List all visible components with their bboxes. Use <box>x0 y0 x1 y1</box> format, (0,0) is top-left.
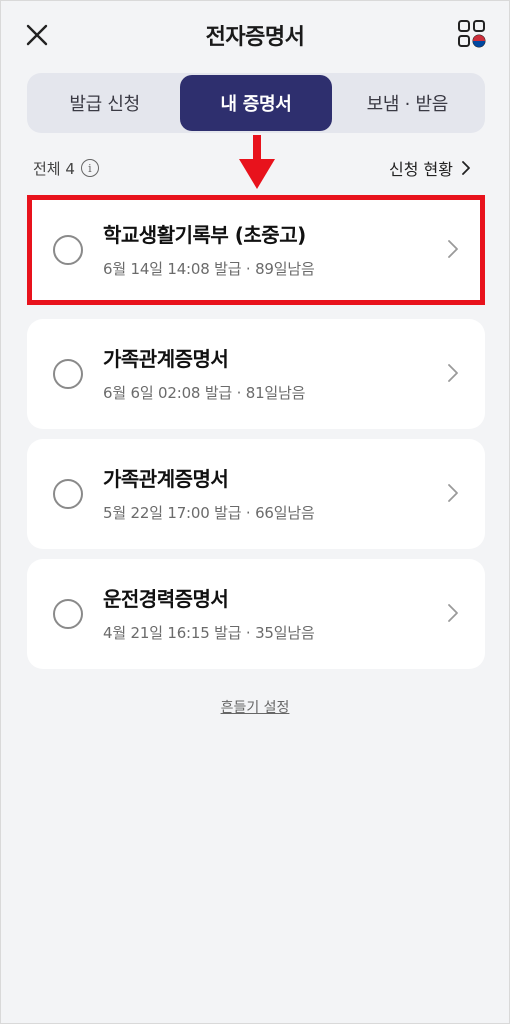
certificate-title: 가족관계증명서 <box>103 347 229 371</box>
chevron-right-icon <box>448 364 458 382</box>
card-text: 운전경력증명서 4월 21일 16:15 발급 · 35일남음 <box>103 583 315 643</box>
certificate-title: 학교생활기록부 (초중고) <box>103 223 306 247</box>
info-icon[interactable]: i <box>80 159 99 177</box>
certificate-subtitle: 5월 22일 17:00 발급 · 66일남음 <box>103 504 315 522</box>
certificate-card[interactable]: 가족관계증명서 5월 22일 17:00 발급 · 66일남음 <box>27 439 485 549</box>
certificate-subtitle: 6월 6일 02:08 발급 · 81일남음 <box>103 384 306 402</box>
chevron-right-icon <box>448 604 458 622</box>
certificate-card[interactable]: 가족관계증명서 6월 6일 02:08 발급 · 81일남음 <box>27 319 485 429</box>
certificate-card[interactable]: 운전경력증명서 4월 21일 16:15 발급 · 35일남음 <box>27 559 485 669</box>
total-label: 전체 4 <box>33 159 75 178</box>
radio-button[interactable] <box>53 235 83 265</box>
app-header: 전자증명서 <box>1 1 509 69</box>
tab-sent-received[interactable]: 보냄 · 받음 <box>332 75 483 131</box>
card-text: 가족관계증명서 5월 22일 17:00 발급 · 66일남음 <box>103 463 315 523</box>
radio-button[interactable] <box>53 599 83 629</box>
certificate-card[interactable]: 학교생활기록부 (초중고) 6월 14일 14:08 발급 · 89일남음 <box>27 195 485 305</box>
tab-my-certificates[interactable]: 내 증명서 <box>180 75 332 131</box>
certificate-title: 운전경력증명서 <box>103 587 229 611</box>
request-status-link[interactable]: 신청 현황 <box>389 156 471 180</box>
certificate-subtitle: 6월 14일 14:08 발급 · 89일남음 <box>103 260 315 278</box>
apps-grid-icon[interactable] <box>457 19 487 49</box>
tab-issue-request[interactable]: 발급 신청 <box>29 75 180 131</box>
radio-button[interactable] <box>53 359 83 389</box>
request-status-label: 신청 현황 <box>389 160 453 179</box>
radio-button[interactable] <box>53 479 83 509</box>
card-text: 가족관계증명서 6월 6일 02:08 발급 · 81일남음 <box>103 343 305 403</box>
chevron-right-icon <box>448 484 458 502</box>
certificate-title: 가족관계증명서 <box>103 467 229 491</box>
chevron-right-icon <box>462 161 470 175</box>
chevron-right-icon <box>448 240 458 258</box>
shake-setting-link[interactable]: 흔들기 설정 <box>1 697 509 717</box>
certificate-subtitle: 4월 21일 16:15 발급 · 35일남음 <box>103 624 315 642</box>
annotation-arrow-icon <box>239 135 275 189</box>
card-text: 학교생활기록부 (초중고) 6월 14일 14:08 발급 · 89일남음 <box>103 219 315 279</box>
total-count: 전체 4 i <box>33 158 99 179</box>
tab-bar: 발급 신청 내 증명서 보냄 · 받음 <box>27 73 485 133</box>
page-title: 전자증명서 <box>205 25 305 50</box>
